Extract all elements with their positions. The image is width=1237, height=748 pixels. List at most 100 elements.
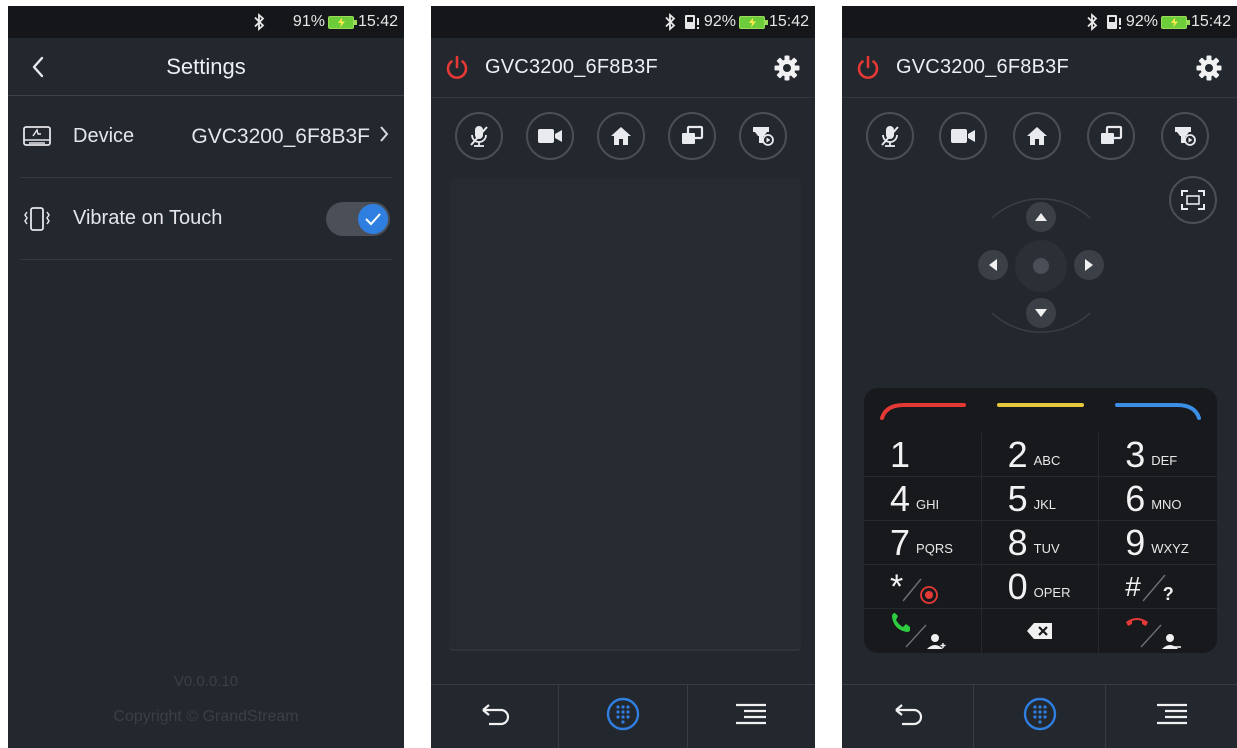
hangup-remove-contact-icon: [1126, 618, 1182, 649]
dialpad-icon: [606, 697, 640, 736]
battery-percent: 91%: [292, 13, 325, 30]
dialpad-icon: [1023, 697, 1057, 736]
version-text: V0.0.0.10: [173, 673, 239, 690]
dialpad-button[interactable]: [974, 685, 1106, 748]
video-icon[interactable]: [939, 112, 987, 160]
key-2[interactable]: 2 ABC: [981, 433, 1100, 477]
arrow-up-icon[interactable]: [1026, 202, 1056, 232]
sim-alert-icon: [1106, 13, 1122, 31]
key-3[interactable]: 3 DEF: [1099, 433, 1217, 477]
arrow-down-icon[interactable]: [1026, 298, 1056, 328]
key-star[interactable]: *: [864, 565, 982, 609]
mic-mute-icon[interactable]: [455, 112, 503, 160]
device-icon: [20, 122, 54, 152]
quick-actions: [842, 112, 1237, 164]
question-mark: ?: [1162, 584, 1174, 604]
dialpad: 1 2 ABC 3 DEF 4 GHI 5 JKL 6 MNO 7 PQRS 8 TUV 9W…: [864, 388, 1217, 653]
chevron-left-icon[interactable]: [26, 52, 52, 82]
key-1[interactable]: 1: [864, 433, 982, 477]
touchpad-screen: 92% 15:42 GVC3200_6F8B3F: [431, 6, 815, 748]
key-call[interactable]: [864, 609, 982, 653]
back-button[interactable]: [842, 685, 974, 748]
bluetooth-icon: [253, 13, 265, 31]
check-icon: [358, 203, 388, 234]
battery-icon: [327, 15, 357, 29]
battery-percent: 92%: [703, 13, 736, 30]
dialpad-screen: 92% 15:42 GVC3200_6F8B3F 1 2 ABC 3 DEF 4…: [842, 6, 1237, 748]
key-6[interactable]: 6 MNO: [1099, 477, 1217, 521]
bottom-nav: [431, 684, 815, 748]
menu-icon: [734, 702, 768, 731]
key-0[interactable]: 0 OPER: [981, 565, 1100, 609]
clock: 15:42: [768, 13, 809, 30]
menu-button[interactable]: [1106, 685, 1237, 748]
home-icon[interactable]: [1013, 112, 1061, 160]
device-title: GVC3200_6F8B3F: [896, 56, 1069, 78]
clock: 15:42: [357, 13, 398, 30]
battery-percent: 92%: [1125, 13, 1158, 30]
presentation-icon[interactable]: [668, 112, 716, 160]
record-dot-icon: [902, 578, 939, 604]
key-5[interactable]: 5 JKL: [981, 477, 1100, 521]
gear-icon[interactable]: [773, 54, 801, 82]
presentation-icon[interactable]: [1087, 112, 1135, 160]
key-9[interactable]: 9 WXYZ: [1099, 521, 1217, 565]
clock: 15:42: [1190, 13, 1231, 30]
bluetooth-icon: [1086, 13, 1098, 31]
key-4[interactable]: 4 GHI: [864, 477, 982, 521]
battery-icon: [1160, 15, 1190, 29]
device-title: GVC3200_6F8B3F: [485, 56, 658, 78]
vibrate-label: Vibrate on Touch: [73, 207, 223, 229]
menu-icon: [1155, 702, 1189, 731]
red-key[interactable]: [880, 403, 966, 420]
device-value: GVC3200_6F8B3F: [191, 124, 370, 148]
status-bar: 92% 15:42: [842, 6, 1237, 38]
remote-header: GVC3200_6F8B3F: [431, 38, 815, 98]
device-label: Device: [73, 125, 135, 147]
key-7[interactable]: 7 PQRS: [864, 521, 982, 565]
power-icon[interactable]: [443, 54, 471, 82]
back-button[interactable]: [431, 685, 560, 748]
mic-mute-icon[interactable]: [866, 112, 914, 160]
sim-alert-icon: [684, 13, 700, 31]
key-hash[interactable]: # ?: [1099, 565, 1217, 609]
vibrate-icon: [20, 204, 54, 234]
fullscreen-icon[interactable]: [1169, 176, 1217, 224]
battery-icon: [738, 15, 768, 29]
chevron-right-icon: [378, 124, 390, 150]
bottom-nav: [842, 684, 1237, 748]
arrow-right-icon[interactable]: [1074, 250, 1104, 280]
back-icon: [892, 702, 924, 731]
color-keys: [864, 388, 1217, 433]
power-icon[interactable]: [854, 54, 882, 82]
record-icon[interactable]: [1161, 112, 1209, 160]
touchpad-area[interactable]: [449, 178, 801, 651]
menu-button[interactable]: [688, 685, 815, 748]
quick-actions: [431, 112, 815, 164]
settings-header: Settings: [8, 38, 404, 96]
keypad-grid: 1 2 ABC 3 DEF 4 GHI 5 JKL 6 MNO 7 PQRS 8 TUV 9W…: [864, 433, 1217, 653]
home-icon[interactable]: [597, 112, 645, 160]
settings-screen: 91% 15:42 Settings Device GVC3200_6F8B3F: [8, 6, 404, 748]
vibrate-toggle[interactable]: [326, 201, 390, 236]
key-hangup[interactable]: [1099, 609, 1217, 653]
record-icon[interactable]: [739, 112, 787, 160]
direction-pad: [962, 183, 1120, 348]
gear-icon[interactable]: [1195, 54, 1223, 82]
blue-key[interactable]: [1115, 403, 1201, 420]
dialpad-button[interactable]: [559, 685, 688, 748]
video-icon[interactable]: [526, 112, 574, 160]
bluetooth-icon: [664, 13, 676, 31]
arrow-left-icon[interactable]: [978, 250, 1008, 280]
ok-button[interactable]: [1033, 258, 1049, 274]
status-bar: 91% 15:42: [8, 6, 404, 38]
key-8[interactable]: 8 TUV: [981, 521, 1100, 565]
page-title: Settings: [166, 53, 246, 79]
vibrate-row: Vibrate on Touch: [20, 178, 392, 260]
copyright-text: Copyright © GrandStream: [113, 708, 299, 725]
call-add-contact-icon: [892, 613, 946, 649]
device-row[interactable]: Device GVC3200_6F8B3F: [20, 96, 392, 178]
key-delete[interactable]: [982, 609, 1100, 653]
remote-header: GVC3200_6F8B3F: [842, 38, 1237, 98]
status-bar: 92% 15:42: [431, 6, 815, 38]
